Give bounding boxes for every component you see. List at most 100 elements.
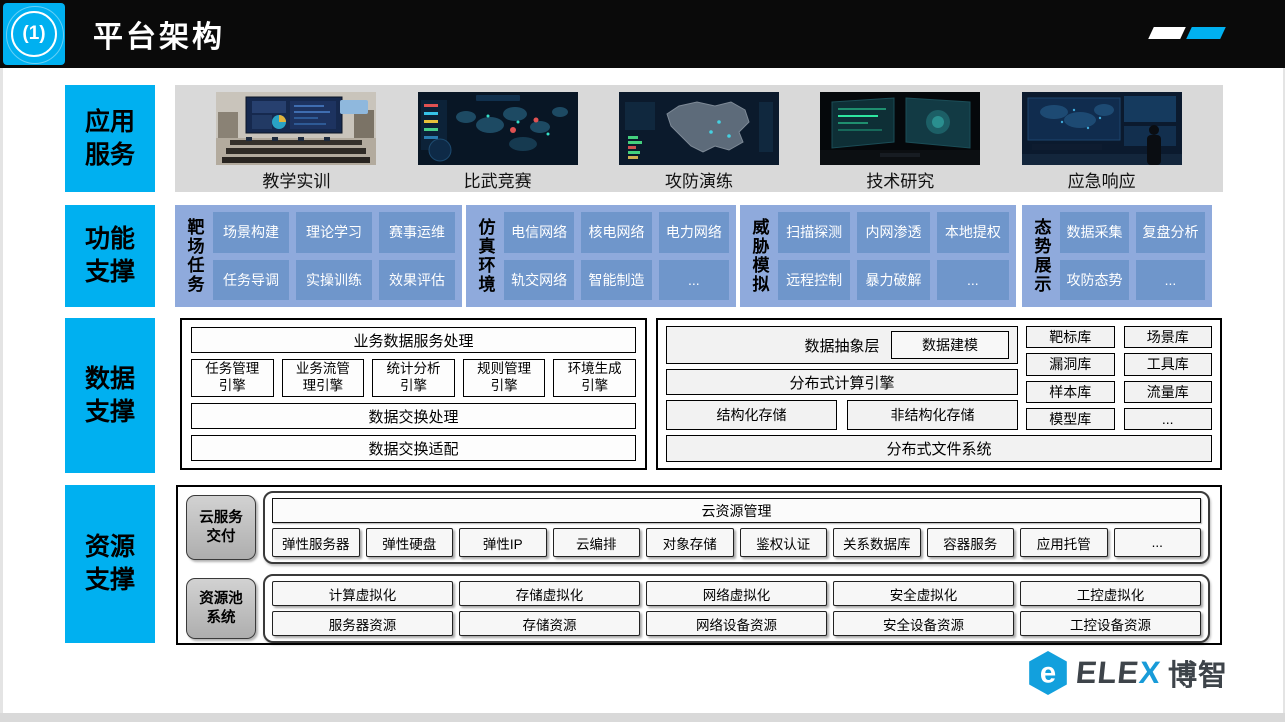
virtualization-button: 计算虚拟化 xyxy=(272,581,453,606)
figure-teaching-training: 教学实训 xyxy=(216,92,376,192)
library-box: 流量库 xyxy=(1124,381,1213,403)
engine-box: 规则管理 引擎 xyxy=(463,359,546,397)
slide-bottom-edge xyxy=(0,713,1285,722)
distributed-file-system-bar: 分布式文件系统 xyxy=(666,435,1212,462)
library-box: 样本库 xyxy=(1026,381,1115,403)
page-title: 平台架构 xyxy=(93,12,225,56)
svg-text:e: e xyxy=(1040,657,1056,689)
classroom-training-image xyxy=(216,92,376,165)
function-buttons: 电信网络 核电网络 电力网络 轨交网络 智能制造 ... xyxy=(504,212,729,300)
virtualization-button: 工控虚拟化 xyxy=(1020,581,1201,606)
library-box: 工具库 xyxy=(1124,353,1213,375)
data-abstraction-bar: 数据抽象层 数据建模 xyxy=(666,326,1018,364)
decor-parallelogram-blue xyxy=(1186,27,1226,39)
function-button: 核电网络 xyxy=(581,212,651,253)
cloud-service-button: 弹性IP xyxy=(459,528,547,557)
function-group-title: 威胁模拟 xyxy=(747,212,771,300)
page-number-ring: (1) xyxy=(11,11,57,57)
cloud-service-container: 云资源管理 弹性服务器 弹性硬盘 弹性IP 云编排 对象存储 鉴权认证 关系数据… xyxy=(263,491,1210,564)
engine-box: 统计分析 引擎 xyxy=(372,359,455,397)
cloud-service-button: 云编排 xyxy=(553,528,641,557)
function-button: 扫描探测 xyxy=(778,212,850,253)
engine-boxes: 任务管理 引擎 业务流管 理引擎 统计分析 引擎 规则管理 引擎 环境生成 引擎 xyxy=(191,359,636,397)
figure-caption: 教学实训 xyxy=(262,167,330,192)
figure-competition: 比武竞赛 xyxy=(418,92,578,192)
company-logo: e ELEX 博智 xyxy=(1027,650,1228,696)
page-number-badge: (1) xyxy=(3,3,65,65)
storage-row: 结构化存储 非结构化存储 xyxy=(666,400,1018,430)
virtualization-button: 安全虚拟化 xyxy=(833,581,1014,606)
function-button: ... xyxy=(1136,260,1205,301)
data-support-left-panel: 业务数据服务处理 任务管理 引擎 业务流管 理引擎 统计分析 引擎 规则管理 引… xyxy=(180,318,647,470)
category-data-support: 数据 支撑 xyxy=(65,318,155,473)
function-group-range-tasks: 靶场任务 场景构建 理论学习 赛事运维 任务导调 实操训练 效果评估 xyxy=(175,205,462,307)
virtualization-buttons: 计算虚拟化 存储虚拟化 网络虚拟化 安全虚拟化 工控虚拟化 xyxy=(272,581,1201,606)
function-button: 赛事运维 xyxy=(379,212,455,253)
engine-box: 环境生成 引擎 xyxy=(553,359,636,397)
library-box: 场景库 xyxy=(1124,326,1213,348)
cloud-service-button: 关系数据库 xyxy=(833,528,921,557)
function-buttons: 扫描探测 内网渗透 本地提权 远程控制 暴力破解 ... xyxy=(778,212,1009,300)
category-function-support: 功能 支撑 xyxy=(65,205,155,307)
cloud-service-delivery-label: 云服务 交付 xyxy=(186,495,256,560)
function-group-situation-display: 态势展示 数据采集 复盘分析 攻防态势 ... xyxy=(1022,205,1212,307)
competition-map-dashboard-image xyxy=(418,92,578,165)
elex-hexagon-icon: e xyxy=(1027,650,1069,696)
cloud-service-button: 应用托管 xyxy=(1020,528,1108,557)
logo-latin-text: ELEX xyxy=(1074,655,1163,691)
function-group-title: 靶场任务 xyxy=(182,212,206,300)
figure-technology-research: 技术研究 xyxy=(820,92,980,192)
data-support-right-top: 数据抽象层 数据建模 分布式计算引擎 结构化存储 非结构化存储 靶标库 场景库 … xyxy=(666,326,1212,430)
data-platform-column: 数据抽象层 数据建模 分布式计算引擎 结构化存储 非结构化存储 xyxy=(666,326,1018,430)
function-button: 电信网络 xyxy=(504,212,574,253)
decor-parallelogram-white xyxy=(1148,27,1186,39)
function-button: 场景构建 xyxy=(213,212,289,253)
library-box: 漏洞库 xyxy=(1026,353,1115,375)
library-box: ... xyxy=(1124,408,1213,430)
engine-box: 业务流管 理引擎 xyxy=(282,359,365,397)
cloud-service-button: ... xyxy=(1114,528,1202,557)
device-resource-button: 网络设备资源 xyxy=(646,611,827,636)
function-button: 攻防态势 xyxy=(1060,260,1129,301)
function-group-threat-simulation: 威胁模拟 扫描探测 内网渗透 本地提权 远程控制 暴力破解 ... xyxy=(740,205,1016,307)
unstructured-storage-box: 非结构化存储 xyxy=(847,400,1018,430)
library-grid: 靶标库 场景库 漏洞库 工具库 样本库 流量库 模型库 ... xyxy=(1026,326,1212,430)
data-exchange-processing-bar: 数据交换处理 xyxy=(191,403,636,429)
figure-attack-defense-drill: 攻防演练 xyxy=(619,92,779,192)
cloud-service-button: 对象存储 xyxy=(646,528,734,557)
function-group-simulation-environment: 仿真环境 电信网络 核电网络 电力网络 轨交网络 智能制造 ... xyxy=(466,205,736,307)
cloud-service-button: 容器服务 xyxy=(927,528,1015,557)
technology-research-monitors-image xyxy=(820,92,980,165)
function-button: 实操训练 xyxy=(296,260,372,301)
function-button: 任务导调 xyxy=(213,260,289,301)
function-buttons: 场景构建 理论学习 赛事运维 任务导调 实操训练 效果评估 xyxy=(213,212,455,300)
data-exchange-adaptation-bar: 数据交换适配 xyxy=(191,435,636,461)
engine-box: 任务管理 引擎 xyxy=(191,359,274,397)
cloud-resource-management-bar: 云资源管理 xyxy=(272,498,1201,523)
virtualization-button: 网络虚拟化 xyxy=(646,581,827,606)
function-button: ... xyxy=(937,260,1009,301)
cloud-service-button: 鉴权认证 xyxy=(740,528,828,557)
device-resource-buttons: 服务器资源 存储资源 网络设备资源 安全设备资源 工控设备资源 xyxy=(272,611,1201,636)
header-bar: (1) 平台架构 xyxy=(0,0,1285,68)
cloud-service-button: 弹性服务器 xyxy=(272,528,360,557)
function-button: ... xyxy=(659,260,729,301)
cloud-service-buttons: 弹性服务器 弹性硬盘 弹性IP 云编排 对象存储 鉴权认证 关系数据库 容器服务… xyxy=(272,528,1201,557)
function-button: 轨交网络 xyxy=(504,260,574,301)
resource-pool-system-label: 资源池 系统 xyxy=(186,578,256,639)
application-services-row: 教学实训 比武竞赛 攻防演 xyxy=(175,85,1223,192)
page-number: (1) xyxy=(22,23,45,45)
attack-defense-drill-map-image xyxy=(619,92,779,165)
data-modeling-box: 数据建模 xyxy=(891,331,1009,359)
figure-emergency-response: 应急响应 xyxy=(1022,92,1182,192)
function-button: 效果评估 xyxy=(379,260,455,301)
function-button: 数据采集 xyxy=(1060,212,1129,253)
emergency-response-control-room-image xyxy=(1022,92,1182,165)
virtualization-button: 存储虚拟化 xyxy=(459,581,640,606)
function-group-title: 态势展示 xyxy=(1029,212,1053,300)
function-buttons: 数据采集 复盘分析 攻防态势 ... xyxy=(1060,212,1205,300)
function-button: 智能制造 xyxy=(581,260,651,301)
slide-left-edge xyxy=(0,68,3,713)
device-resource-button: 服务器资源 xyxy=(272,611,453,636)
library-box: 模型库 xyxy=(1026,408,1115,430)
